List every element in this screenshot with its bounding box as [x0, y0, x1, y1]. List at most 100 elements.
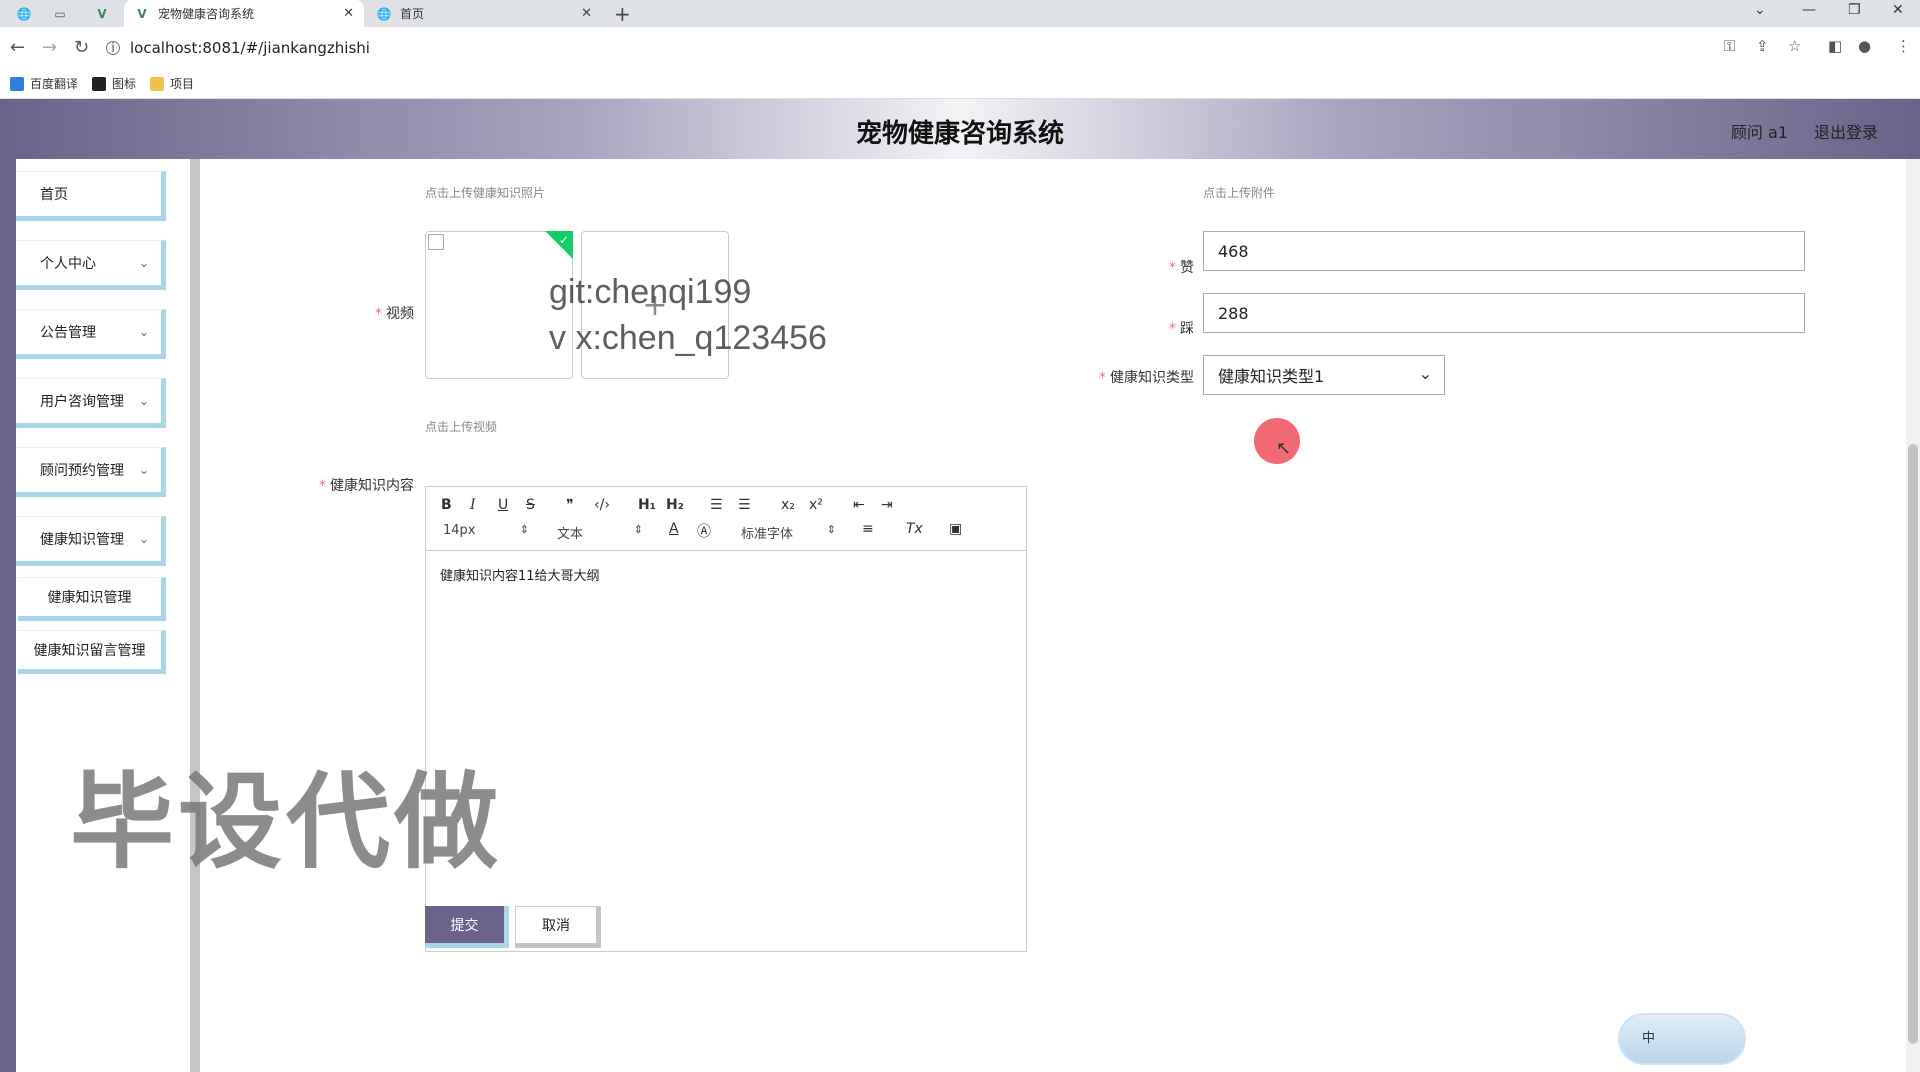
strike-icon[interactable]: S	[526, 497, 535, 513]
clear-format-icon[interactable]: Tx	[906, 521, 923, 537]
image-icon	[92, 76, 107, 91]
outdent-icon[interactable]: ⇤	[853, 497, 865, 513]
sidebar-item-knowledge[interactable]: 健康知识管理 ⌄	[16, 516, 166, 566]
close-icon[interactable]: ✕	[581, 6, 592, 21]
chevron-down-icon: ⌄	[1418, 364, 1432, 383]
watermark-text: git:chenqi199 v x:chen_q123456	[549, 273, 827, 357]
tab-active[interactable]: V 宠物健康咨询系统 ✕	[124, 0, 364, 27]
bold-icon[interactable]: B	[441, 497, 452, 513]
broken-image-icon	[428, 234, 444, 250]
superscript-icon[interactable]: x²	[809, 497, 823, 513]
sidebar-item-notice[interactable]: 公告管理 ⌄	[16, 309, 166, 359]
info-icon[interactable]: i	[106, 41, 120, 56]
like-input[interactable]: 468	[1203, 231, 1805, 271]
ordered-list-icon[interactable]: ☰	[710, 497, 723, 513]
address-bar: ← → ↻ i localhost:8081/#/jiankangzhishi …	[0, 27, 1920, 69]
menu-icon[interactable]: ⋮	[1896, 37, 1911, 55]
heading-picker[interactable]: 文本 ⇕	[557, 523, 643, 542]
h2-icon[interactable]: H₂	[666, 497, 684, 513]
underline-icon[interactable]: U	[498, 497, 508, 513]
globe-icon[interactable]: 🌐	[10, 4, 38, 24]
close-icon[interactable]: ✕	[343, 6, 354, 21]
photo-upload-hint: 点击上传健康知识照片	[425, 186, 546, 200]
attachment-upload-hint: 点击上传附件	[1203, 186, 1276, 200]
dislike-input[interactable]: 288	[1203, 293, 1805, 333]
chevron-down-icon: ⌄	[138, 463, 149, 477]
profile-icon[interactable]: ●	[1858, 37, 1871, 55]
blank-tab-icon[interactable]: ▭	[46, 4, 74, 24]
editor-content[interactable]: 健康知识内容11给大哥大纲	[440, 565, 600, 584]
pointer-icon: ↖	[1276, 438, 1292, 459]
sidebar: 首页 个人中心 ⌄ 公告管理 ⌄ 用户咨询管理 ⌄ 顾问预约管理 ⌄ 健康知识管…	[16, 159, 192, 1072]
submit-button[interactable]: 提交	[425, 906, 509, 948]
page-scrollbar[interactable]	[1906, 159, 1920, 1072]
url-field[interactable]: i localhost:8081/#/jiankangzhishi	[106, 32, 1920, 64]
back-icon[interactable]: ←	[10, 37, 25, 58]
sidebar-subitem-knowledge[interactable]: 健康知识管理	[18, 577, 166, 621]
sidebar-item-appointment[interactable]: 顾问预约管理 ⌄	[16, 447, 166, 497]
translate-icon	[10, 76, 24, 91]
check-icon: ✓	[558, 233, 569, 247]
italic-icon[interactable]: I	[470, 497, 476, 513]
sidepanel-icon[interactable]: ◧	[1828, 37, 1842, 55]
content-label: * 健康知识内容	[319, 478, 414, 494]
close-window-icon[interactable]: ✕	[1892, 2, 1904, 18]
sidebar-subitem-comments[interactable]: 健康知识留言管理	[18, 630, 166, 674]
font-color-icon[interactable]: A	[669, 521, 679, 537]
vue-icon[interactable]: V	[88, 4, 116, 24]
background-color-icon[interactable]: Ⓐ	[697, 521, 711, 541]
editor-toolbar: B I U S ❞ ‹/› H₁ H₂ ☰ ☰ x₂ x² ⇤ ⇥ 14px ⇕ …	[426, 487, 1026, 551]
folder-icon	[150, 76, 165, 91]
mouse-cursor-highlight: ↖	[1254, 418, 1300, 464]
font-family-picker[interactable]: 标准字体 ⇕	[741, 523, 836, 542]
new-tab-icon[interactable]: +	[614, 2, 631, 26]
sidebar-item-profile[interactable]: 个人中心 ⌄	[16, 240, 166, 290]
forward-icon[interactable]: →	[42, 37, 57, 58]
bookmark-item[interactable]: 百度翻译	[10, 75, 78, 92]
minimize-icon[interactable]: —	[1802, 2, 1816, 18]
font-size-picker[interactable]: 14px ⇕	[443, 523, 529, 538]
tab-home[interactable]: 🌐 首页 ✕	[366, 0, 602, 27]
type-select[interactable]: 健康知识类型1 ⌄	[1203, 355, 1445, 395]
code-icon[interactable]: ‹/›	[594, 497, 610, 513]
tab-search-icon[interactable]: ⌄	[1754, 2, 1766, 18]
url-text: localhost:8081/#/jiankangzhishi	[130, 39, 370, 57]
logout-button[interactable]: 退出登录	[1814, 119, 1878, 143]
restore-icon[interactable]: ❐	[1848, 2, 1861, 18]
scrollbar-thumb[interactable]	[1908, 444, 1918, 1044]
h1-icon[interactable]: H₁	[638, 497, 656, 513]
reload-icon[interactable]: ↻	[74, 37, 89, 58]
image-insert-icon[interactable]: ▣	[949, 521, 962, 537]
ime-label: 中	[1642, 1031, 1656, 1046]
video-label: * 视频	[375, 306, 414, 322]
dislike-label: * 踩	[1169, 321, 1194, 337]
subscript-icon[interactable]: x₂	[781, 497, 795, 513]
current-user: 顾问 a1	[1730, 123, 1788, 142]
cancel-button[interactable]: 取消	[515, 906, 601, 948]
globe-icon: 🌐	[376, 6, 392, 21]
app: 宠物健康咨询系统 顾问 a1 退出登录 首页 个人中心 ⌄ 公告管理 ⌄ 用户咨…	[0, 99, 1920, 1072]
share-icon[interactable]: ⇪	[1756, 37, 1769, 55]
key-icon[interactable]: ⚿	[1724, 37, 1735, 55]
chevron-down-icon: ⌄	[138, 532, 149, 546]
align-icon[interactable]: ≡	[862, 521, 874, 537]
like-label: * 赞	[1169, 260, 1194, 276]
tab-title: 宠物健康咨询系统	[158, 7, 255, 21]
bookmark-item[interactable]: 项目	[150, 75, 194, 92]
sidebar-item-consult[interactable]: 用户咨询管理 ⌄	[16, 378, 166, 428]
sidebar-item-home[interactable]: 首页	[16, 171, 166, 221]
indent-icon[interactable]: ⇥	[881, 497, 893, 513]
sidebar-scrollbar[interactable]	[190, 159, 200, 1072]
chevron-down-icon: ⌄	[138, 394, 149, 408]
star-icon[interactable]: ☆	[1788, 37, 1801, 55]
rich-text-editor: B I U S ❞ ‹/› H₁ H₂ ☰ ☰ x₂ x² ⇤ ⇥ 14px ⇕ …	[425, 486, 1027, 952]
ime-toolbar[interactable]: 中	[1618, 1013, 1746, 1065]
watermark-big: 毕设代做	[70, 761, 503, 883]
chevron-down-icon: ⌄	[138, 256, 149, 270]
bullet-list-icon[interactable]: ☰	[738, 497, 751, 513]
type-label: * 健康知识类型	[1099, 370, 1194, 386]
vue-icon: V	[137, 6, 147, 21]
bookmark-item[interactable]: 图标	[92, 75, 136, 92]
quote-icon[interactable]: ❞	[566, 497, 574, 513]
app-header: 宠物健康咨询系统 顾问 a1 退出登录	[0, 99, 1920, 159]
